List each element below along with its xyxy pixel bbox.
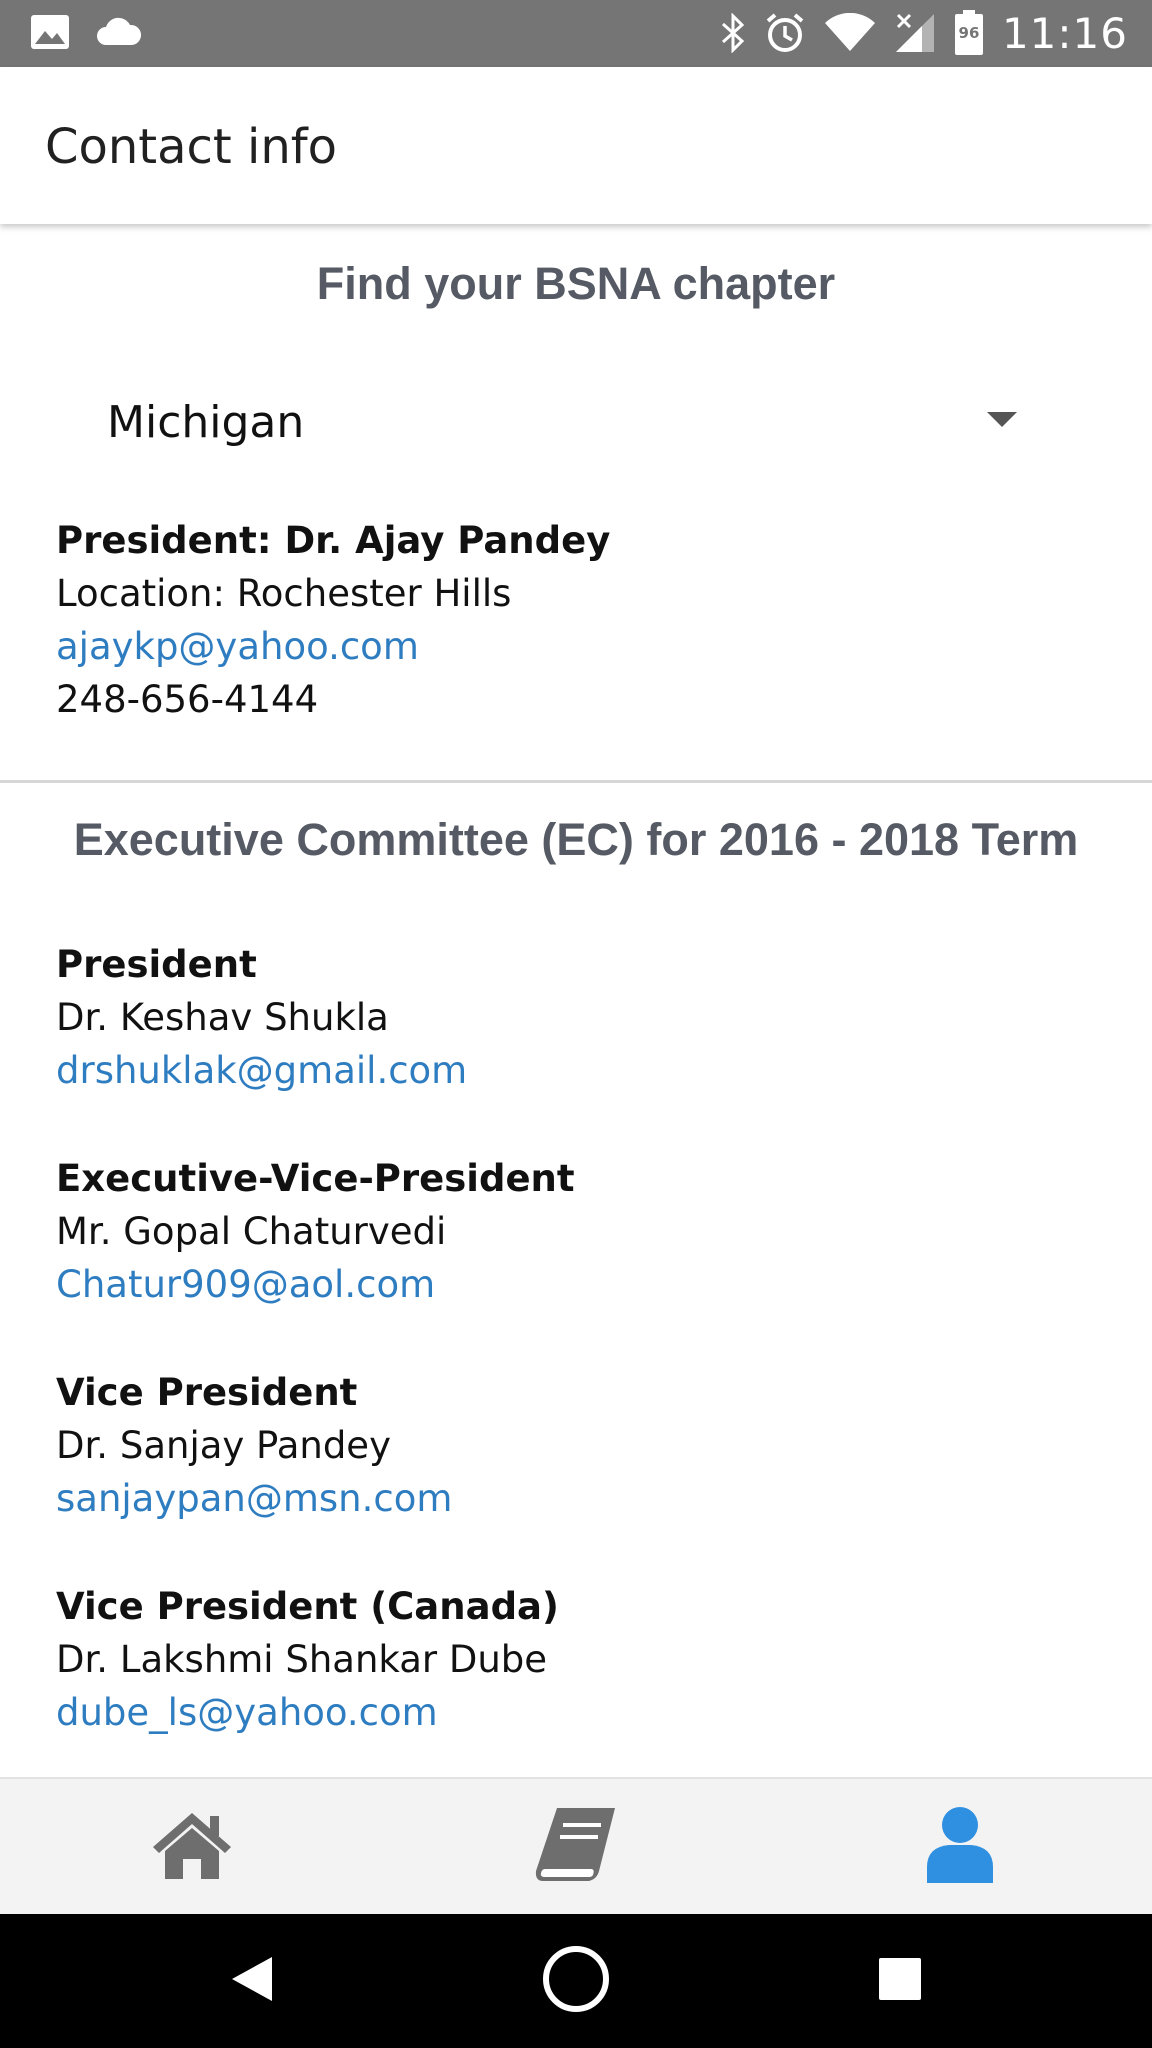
caret-down-icon	[987, 412, 1017, 427]
ec-member-name: Dr. Sanjay Pandey	[56, 1424, 391, 1467]
ec-member-name: Dr. Lakshmi Shankar Dube	[56, 1638, 548, 1681]
chapter-email-link[interactable]: ajaykp@yahoo.com	[56, 620, 1116, 673]
ec-member-email-link[interactable]: dube_ls@yahoo.com	[56, 1686, 1116, 1739]
ec-member-name: Mr. Gopal Chaturvedi	[56, 1210, 447, 1253]
book-icon	[533, 1805, 619, 1890]
ec-member: President Dr. Keshav Shukla drshuklak@gm…	[56, 938, 1116, 1152]
wifi-icon	[824, 13, 876, 53]
system-nav-bar	[0, 1914, 1152, 2048]
ec-member-list: President Dr. Keshav Shukla drshuklak@gm…	[56, 938, 1116, 1777]
section-divider	[0, 780, 1152, 783]
ec-member-role: Executive-Vice-President	[56, 1157, 575, 1200]
home-icon	[150, 1809, 234, 1886]
battery-level: 96	[958, 24, 980, 42]
app-bar: Contact info	[0, 67, 1152, 224]
ec-member: Executive-Vice-President Mr. Gopal Chatu…	[56, 1152, 1116, 1366]
back-button[interactable]	[152, 1914, 352, 2048]
ec-member-email-link[interactable]: Chatur909@aol.com	[56, 1258, 1116, 1311]
recents-button[interactable]	[800, 1914, 1000, 2048]
tab-book[interactable]	[384, 1779, 768, 1916]
ec-member-role: Vice President	[56, 1371, 358, 1414]
ec-member-role: Vice President (Canada)	[56, 1585, 559, 1628]
alarm-icon	[764, 12, 806, 54]
tab-profile[interactable]	[768, 1779, 1152, 1916]
state-dropdown[interactable]: Michigan	[107, 388, 1027, 458]
bottom-nav	[0, 1777, 1152, 1914]
home-circle-icon	[541, 1944, 611, 2019]
status-time: 11:16	[1001, 8, 1128, 58]
battery-icon: 96	[954, 10, 984, 56]
ec-member-role: President	[56, 943, 257, 986]
home-button[interactable]	[476, 1914, 676, 2048]
page-title: Contact info	[45, 119, 338, 175]
chapter-heading: Find your BSNA chapter	[316, 258, 836, 309]
chapter-president: President: Dr. Ajay Pandey	[56, 519, 611, 562]
image-icon	[30, 14, 70, 50]
cloud-icon	[96, 17, 142, 47]
contact-content[interactable]: Find your BSNA chapter Michigan Presiden…	[0, 224, 1152, 1777]
back-triangle-icon	[230, 1955, 274, 2008]
chapter-phone[interactable]: 248-656-4144	[56, 673, 1116, 726]
ec-member-name: Dr. Keshav Shukla	[56, 996, 389, 1039]
recents-square-icon	[878, 1957, 922, 2006]
status-bar: 96 11:16	[0, 0, 1152, 67]
ec-member: Vice President Dr. Sanjay Pandey sanjayp…	[56, 1366, 1116, 1580]
signal-icon	[894, 12, 936, 54]
ec-member-email-link[interactable]: drshuklak@gmail.com	[56, 1044, 1116, 1097]
ec-heading: Executive Committee (EC) for 2016 - 2018…	[73, 814, 1079, 865]
person-icon	[925, 1805, 995, 1890]
ec-member-email-link[interactable]: sanjaypan@msn.com	[56, 1472, 1116, 1525]
chapter-contact: President: Dr. Ajay Pandey Location: Roc…	[56, 514, 1116, 726]
tab-home[interactable]	[0, 1779, 384, 1916]
bluetooth-icon	[720, 13, 746, 53]
ec-member: Vice President (Canada) Dr. Lakshmi Shan…	[56, 1580, 1116, 1777]
state-dropdown-value: Michigan	[107, 397, 305, 448]
chapter-location: Location: Rochester Hills	[56, 572, 512, 615]
